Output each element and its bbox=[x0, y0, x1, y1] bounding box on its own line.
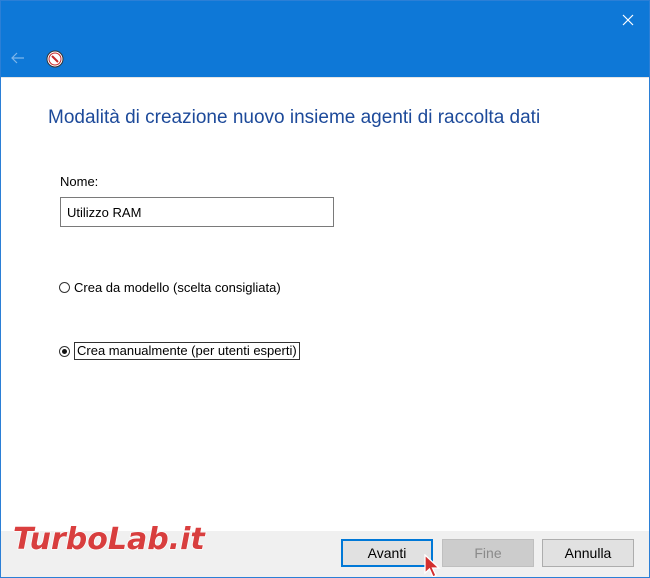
radio-manual-label: Crea manualmente (per utenti esperti) bbox=[74, 342, 300, 360]
close-button[interactable] bbox=[605, 1, 649, 39]
svg-text:TurboLab.it: TurboLab.it bbox=[13, 522, 206, 557]
back-arrow-icon bbox=[11, 52, 24, 64]
mouse-pointer-icon bbox=[424, 554, 441, 577]
turbolab-watermark-logo: TurboLab.it bbox=[12, 521, 207, 557]
back-button[interactable] bbox=[1, 39, 35, 77]
title-bar bbox=[1, 1, 649, 39]
performance-monitor-icon bbox=[46, 50, 64, 68]
radio-template-option[interactable]: Crea da modello (scelta consigliata) bbox=[59, 280, 281, 295]
radio-manual-option[interactable]: Crea manualmente (per utenti esperti) bbox=[59, 342, 300, 360]
name-field[interactable] bbox=[60, 197, 334, 227]
radio-template-label: Crea da modello (scelta consigliata) bbox=[74, 280, 281, 295]
radio-button-unchecked[interactable] bbox=[59, 282, 70, 293]
close-icon bbox=[622, 14, 634, 26]
cancel-button[interactable]: Annulla bbox=[542, 539, 634, 567]
wizard-window: Crea nuovo insieme agenti di raccolta da… bbox=[0, 0, 650, 578]
name-label: Nome: bbox=[60, 174, 99, 189]
next-button[interactable]: Avanti bbox=[341, 539, 433, 567]
finish-button: Fine bbox=[442, 539, 534, 567]
radio-button-checked[interactable] bbox=[59, 345, 70, 357]
wizard-nav-bar: Crea nuovo insieme agenti di raccolta da… bbox=[1, 39, 649, 104]
page-heading: Modalità di creazione nuovo insieme agen… bbox=[48, 107, 541, 128]
